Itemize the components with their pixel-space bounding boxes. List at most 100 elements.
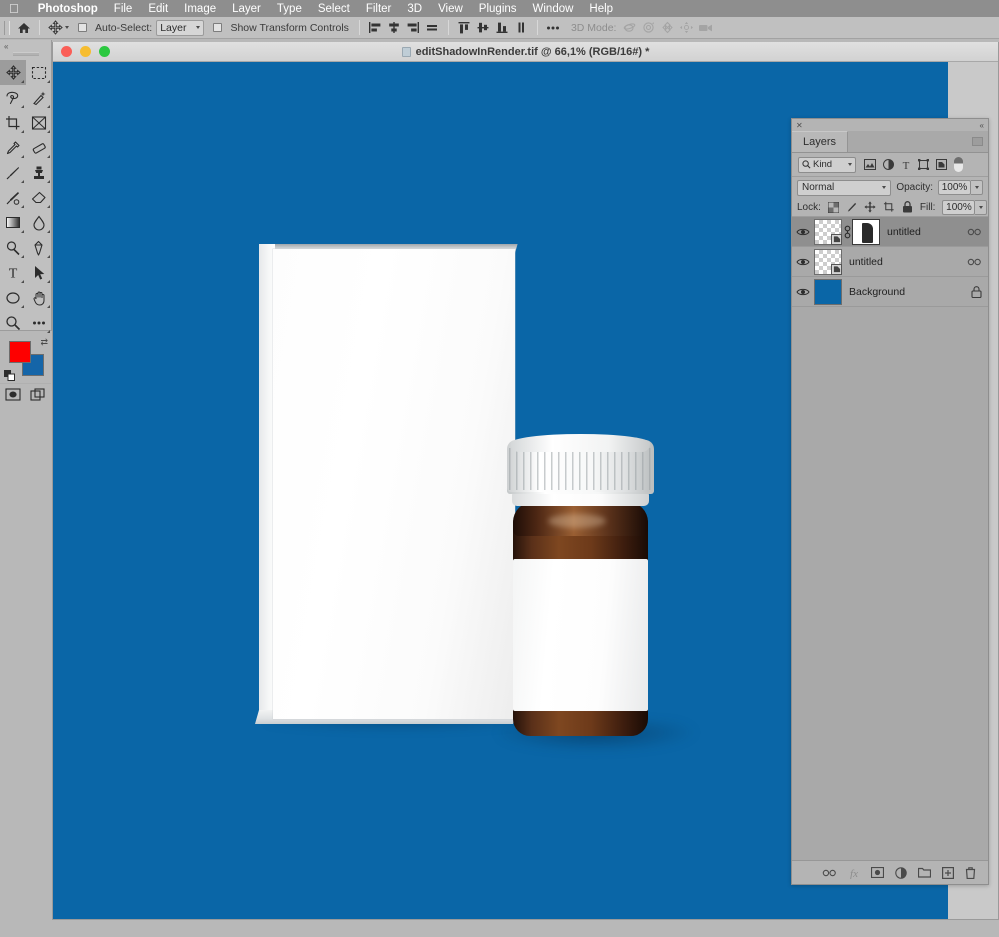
new-adjustment-layer-icon[interactable] [895, 866, 907, 879]
link-layers-icon[interactable] [967, 258, 982, 266]
panel-menu-icon[interactable] [972, 137, 983, 146]
blur-tool[interactable] [26, 210, 52, 235]
auto-select-target-dropdown[interactable]: Layer [156, 19, 205, 36]
lock-position-icon[interactable] [864, 201, 876, 213]
lasso-tool[interactable] [0, 85, 26, 110]
menu-item-window[interactable]: Window [525, 3, 582, 15]
filter-enable-toggle[interactable] [954, 157, 963, 172]
3d-roll-icon[interactable] [639, 18, 658, 37]
opacity-control[interactable]: 100% [938, 180, 983, 195]
fill-stepper-chevron-icon[interactable] [975, 199, 988, 215]
fill-control[interactable]: 100% [942, 199, 988, 215]
menu-item-layer[interactable]: Layer [224, 3, 269, 15]
3d-pan-icon[interactable] [658, 18, 677, 37]
table-row[interactable]: Background [792, 277, 988, 307]
zoom-tool[interactable] [0, 310, 26, 335]
move-tool[interactable] [0, 60, 26, 85]
apple-logo-icon[interactable]:  [9, 2, 19, 15]
home-icon[interactable] [14, 18, 33, 37]
default-colors-icon[interactable] [4, 370, 15, 381]
layer-name[interactable]: untitled [842, 256, 967, 268]
opacity-stepper-chevron-icon[interactable] [971, 180, 983, 195]
ellipsis-icon[interactable] [544, 18, 563, 37]
table-row[interactable]: untitled [792, 217, 988, 247]
menu-item-select[interactable]: Select [310, 3, 358, 15]
layer-name[interactable]: untitled [880, 226, 967, 238]
options-bar-grip[interactable] [4, 20, 10, 35]
horizontal-type-tool[interactable]: T [0, 260, 26, 285]
menu-item-view[interactable]: View [430, 3, 471, 15]
gradient-tool[interactable] [0, 210, 26, 235]
table-row[interactable]: untitled [792, 247, 988, 277]
lock-all-icon[interactable] [902, 201, 913, 213]
pixel-layer-filter-icon[interactable] [864, 159, 876, 170]
menu-item-filter[interactable]: Filter [358, 3, 400, 15]
layer-visibility-toggle[interactable] [792, 257, 814, 267]
close-button[interactable] [61, 46, 72, 57]
new-layer-icon[interactable] [942, 866, 954, 879]
collapse-panel-icon[interactable]: « [0, 40, 51, 52]
3d-orbit-icon[interactable] [620, 18, 639, 37]
lock-icon[interactable] [971, 285, 982, 298]
smart-object-filter-icon[interactable] [936, 159, 947, 170]
spot-healing-brush-tool[interactable] [26, 135, 52, 160]
menu-item-3d[interactable]: 3D [399, 3, 430, 15]
layer-mask-thumbnail[interactable] [852, 218, 880, 245]
align-top-edges-icon[interactable] [455, 18, 474, 37]
screen-mode-icon[interactable] [30, 388, 46, 401]
layer-filter-kind-dropdown[interactable]: Kind [798, 156, 856, 173]
layer-thumbnail[interactable] [814, 248, 842, 275]
minimize-button[interactable] [80, 46, 91, 57]
frame-tool[interactable] [26, 110, 52, 135]
swap-colors-icon[interactable]: ⇄ [40, 337, 48, 348]
opacity-value[interactable]: 100% [938, 180, 971, 195]
quick-mask-icon[interactable] [5, 388, 21, 401]
align-horizontal-centers-icon[interactable] [385, 18, 404, 37]
align-bottom-edges-icon[interactable] [493, 18, 512, 37]
align-vertical-centers-icon[interactable] [474, 18, 493, 37]
menu-item-plugins[interactable]: Plugins [471, 3, 525, 15]
eyedropper-tool[interactable] [0, 135, 26, 160]
menu-item-help[interactable]: Help [581, 3, 621, 15]
link-layers-icon[interactable] [822, 869, 837, 877]
lock-transparent-pixels-icon[interactable] [827, 201, 839, 213]
shape-layer-filter-icon[interactable] [918, 159, 929, 170]
tab-layers[interactable]: Layers [792, 131, 849, 152]
show-transform-controls-checkbox[interactable] [213, 23, 223, 32]
link-layers-icon[interactable] [967, 228, 982, 236]
new-group-icon[interactable] [918, 867, 931, 878]
rectangular-marquee-tool[interactable] [26, 60, 52, 85]
mask-link-icon[interactable] [842, 225, 852, 239]
crop-tool[interactable] [0, 110, 26, 135]
eraser-tool[interactable] [26, 185, 52, 210]
document-title-bar[interactable]: editShadowInRender.tif @ 66,1% (RGB/16#)… [53, 42, 998, 62]
auto-select-checkbox[interactable] [78, 23, 87, 32]
collapse-to-icons-icon[interactable]: « [980, 121, 984, 130]
menu-item-photoshop[interactable]: Photoshop [30, 3, 106, 15]
delete-layer-icon[interactable] [965, 866, 976, 879]
lock-image-pixels-icon[interactable] [846, 202, 857, 213]
layer-visibility-toggle[interactable] [792, 227, 814, 237]
add-layer-style-icon[interactable]: fx [848, 867, 860, 879]
foreground-color-swatch[interactable] [9, 341, 31, 363]
type-layer-filter-icon[interactable]: T [901, 159, 911, 170]
hand-tool[interactable] [26, 285, 52, 310]
lock-artboard-nesting-icon[interactable] [883, 201, 895, 213]
ellipse-shape-tool[interactable] [0, 285, 26, 310]
zoom-button[interactable] [99, 46, 110, 57]
align-left-edges-icon[interactable] [366, 18, 385, 37]
align-right-edges-icon[interactable] [404, 18, 423, 37]
menu-item-file[interactable]: File [106, 3, 141, 15]
distribute-vertical-icon[interactable] [512, 18, 531, 37]
adjustment-layer-filter-icon[interactable] [883, 159, 894, 170]
pen-tool[interactable] [26, 235, 52, 260]
toolbar-drag-handle[interactable] [12, 52, 39, 56]
3d-camera-icon[interactable] [696, 18, 715, 37]
layer-name[interactable]: Background [842, 286, 971, 298]
magic-wand-tool[interactable] [26, 85, 52, 110]
move-tool-icon[interactable] [46, 18, 65, 37]
tool-preset-chevron-icon[interactable] [65, 26, 69, 29]
clone-stamp-tool[interactable] [26, 160, 52, 185]
edit-toolbar-tool[interactable] [26, 310, 52, 335]
layer-thumbnail[interactable] [814, 278, 842, 305]
